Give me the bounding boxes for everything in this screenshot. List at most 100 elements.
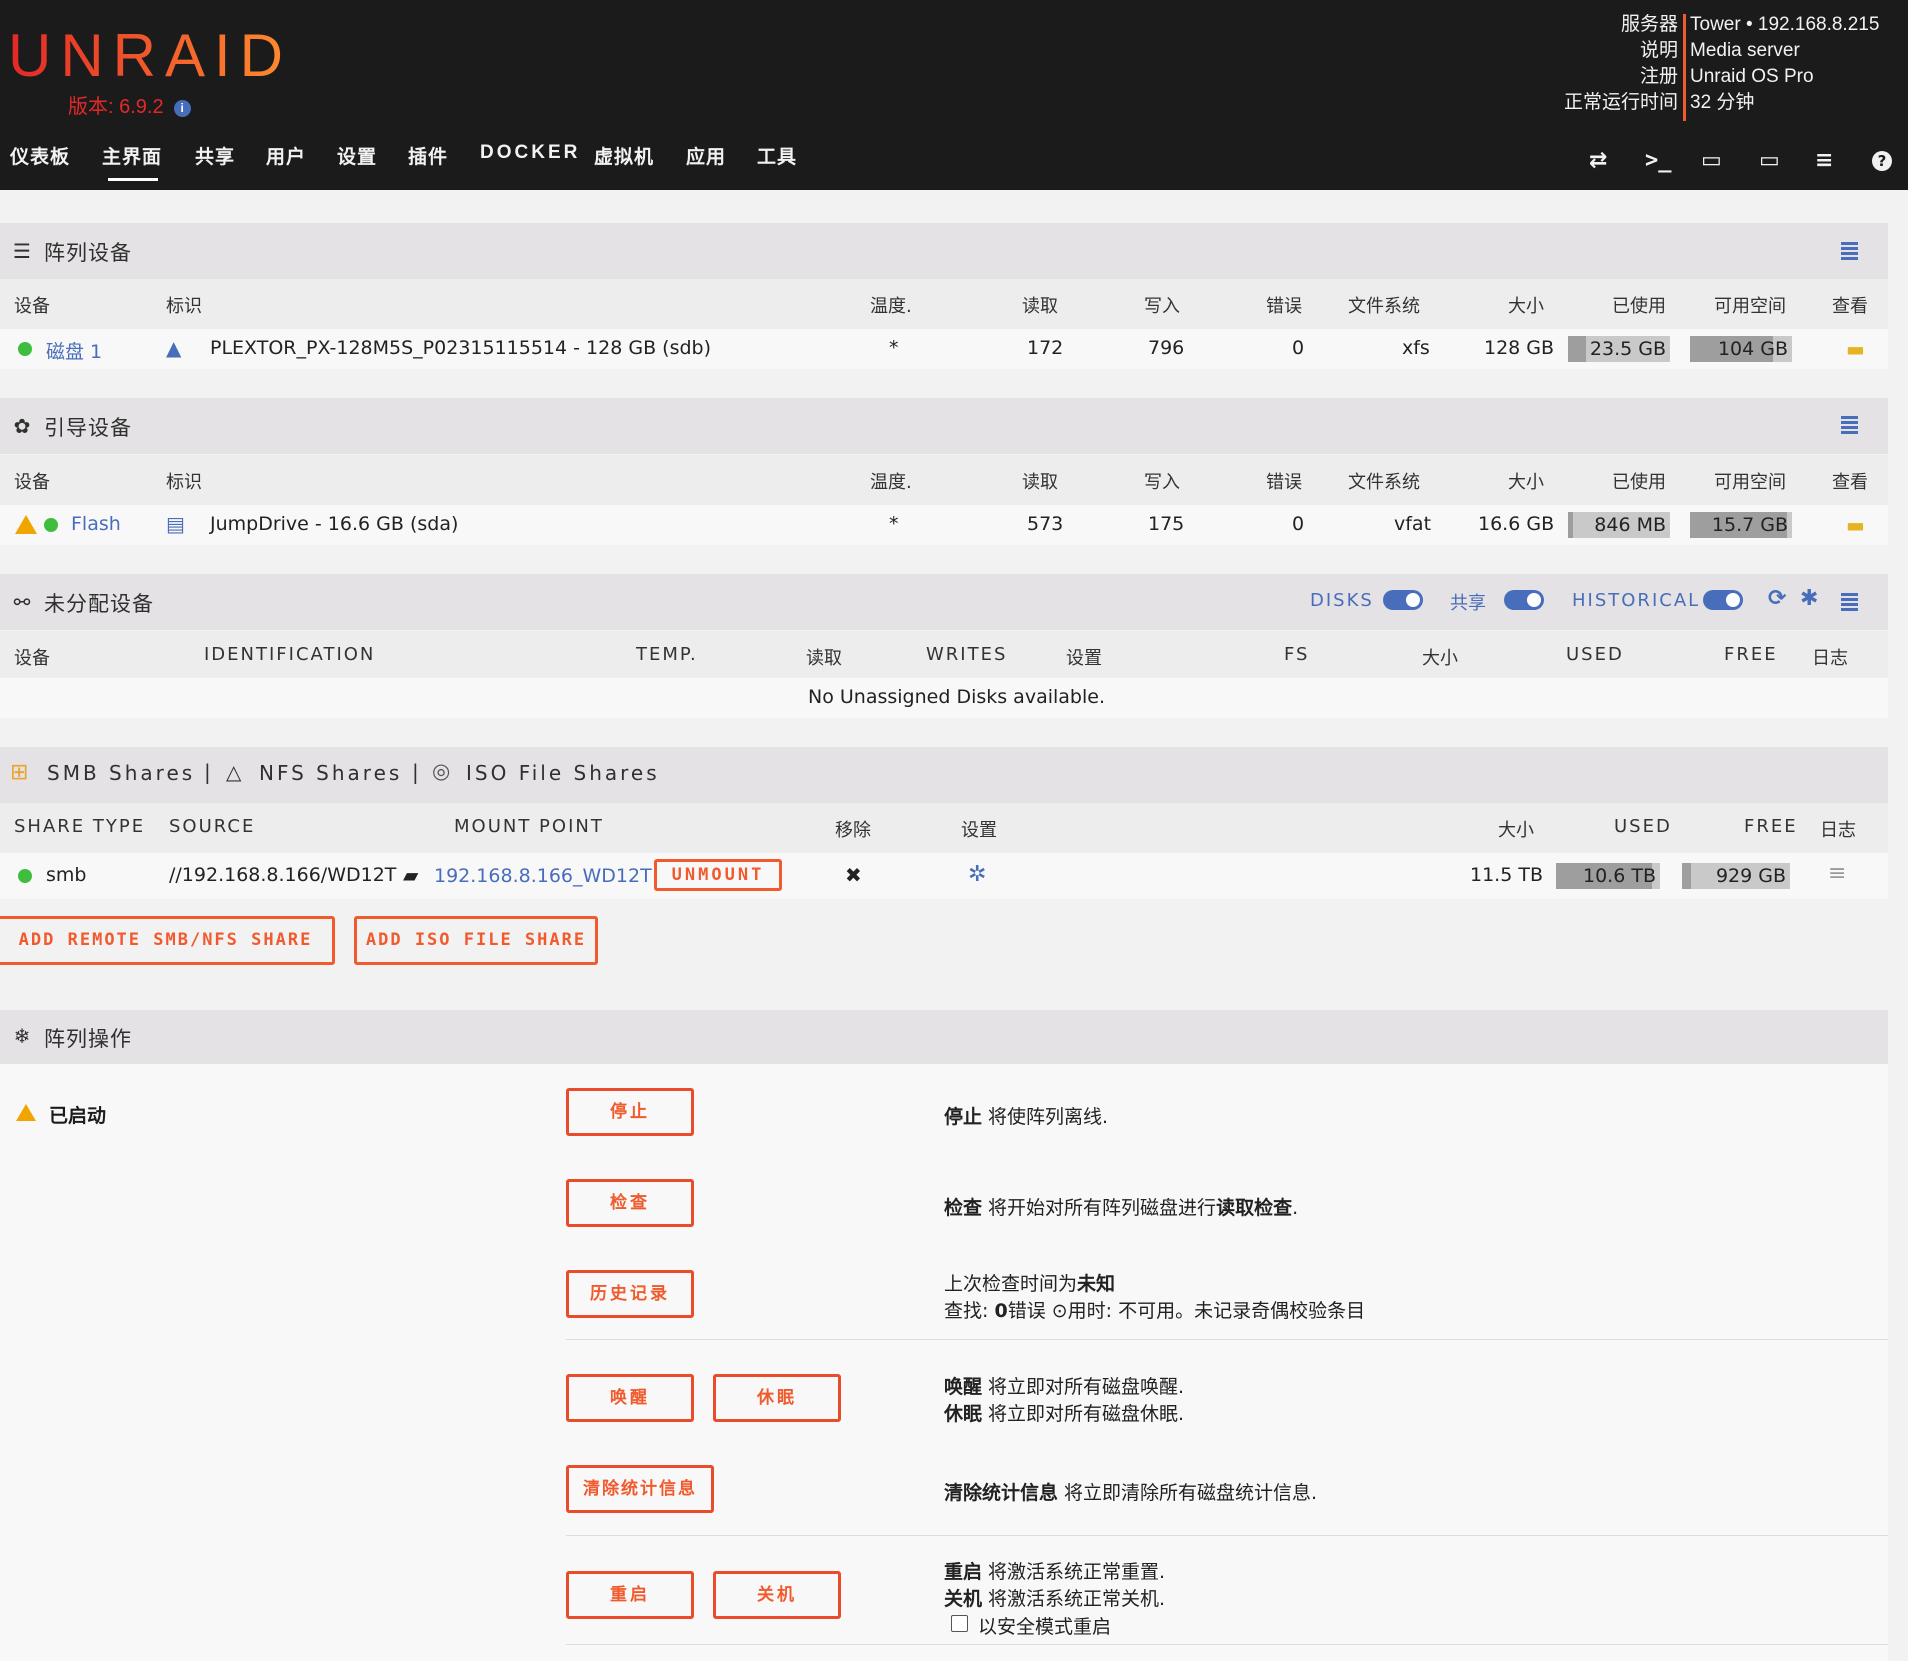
shutdown-button[interactable]: 关机 — [713, 1571, 841, 1619]
unassigned-empty-row: No Unassigned Disks available. — [0, 678, 1888, 718]
mount-point-link[interactable]: 192.168.8.166_WD12T — [434, 865, 652, 887]
clock-icon: ⊙ — [1051, 1300, 1068, 1322]
add-iso-share-button[interactable]: ADD ISO FILE SHARE — [354, 916, 598, 965]
nav-settings[interactable]: 设置 — [337, 142, 377, 169]
log-lines-icon[interactable]: ≡ — [1828, 861, 1846, 886]
registration-value[interactable]: Unraid OS Pro — [1690, 64, 1814, 90]
col-used: USED — [1614, 816, 1672, 837]
flash-free-bar: 15.7 GB — [1690, 512, 1792, 538]
flash-writes: 175 — [1148, 513, 1185, 535]
version-label[interactable]: 版本: 6.9.2 i — [68, 90, 191, 119]
remove-icon[interactable]: ✖ — [845, 863, 862, 887]
add-remote-share-button[interactable]: ADD REMOTE SMB/NFS SHARE — [0, 916, 335, 965]
nav-shares[interactable]: 共享 — [195, 142, 235, 169]
list-view-icon[interactable] — [1836, 242, 1858, 260]
usb-icon: ▤ — [166, 512, 185, 536]
disk-link[interactable]: 磁盘 1 — [46, 337, 102, 364]
stop-button[interactable]: 停止 — [566, 1088, 694, 1136]
monitor-icon[interactable]: ▭ — [1759, 150, 1780, 172]
flash-identification: JumpDrive - 16.6 GB (sda) — [210, 513, 459, 535]
no-disks-message: No Unassigned Disks available. — [808, 686, 1105, 708]
col-size: 大小 — [1508, 296, 1544, 317]
flash-link[interactable]: Flash — [71, 513, 121, 535]
disks-toggle[interactable] — [1383, 590, 1423, 610]
col-writes: WRITES — [926, 644, 1008, 665]
gear-icon[interactable]: ✱ — [1800, 586, 1818, 611]
history-button[interactable]: 历史记录 — [566, 1270, 694, 1318]
spin-down-button[interactable]: 休眠 — [713, 1374, 841, 1422]
safe-mode-label: 以安全模式重启 — [978, 1616, 1112, 1638]
reboot-description: 重启 将激活系统正常重置. — [944, 1561, 1166, 1583]
historical-toggle[interactable] — [1703, 590, 1743, 610]
nav-main[interactable]: 主界面 — [102, 142, 162, 181]
nfs-shares-tab[interactable]: NFS Shares — [259, 761, 402, 785]
spin-up-button[interactable]: 唤醒 — [566, 1374, 694, 1422]
registration-label: 注册 — [1639, 66, 1678, 87]
shares-table-header: SHARE TYPE SOURCE MOUNT POINT 移除 设置 大小 U… — [0, 803, 1888, 853]
settings-gears-icon[interactable]: ✲ — [968, 862, 986, 887]
disk-filesystem: xfs — [1402, 337, 1430, 359]
feedback-icon[interactable]: ▭ — [1701, 150, 1722, 172]
flash-row: Flash ▤ JumpDrive - 16.6 GB (sda) * 573 … — [0, 505, 1888, 545]
disk-writes: 796 — [1148, 337, 1185, 359]
list-view-icon[interactable] — [1836, 593, 1858, 611]
folder-icon[interactable]: ▬ — [1846, 337, 1865, 361]
share-row: smb //192.168.8.166/WD12T ▰ 192.168.8.16… — [0, 853, 1888, 899]
col-size: 大小 — [1422, 648, 1458, 669]
col-reads: 读取 — [1022, 472, 1058, 493]
col-identification: 标识 — [166, 296, 202, 317]
tab-separator: | — [412, 760, 419, 784]
array-disk-row: 磁盘 1 ▲ PLEXTOR_PX-128M5S_P02315115514 - … — [0, 329, 1888, 369]
info-divider — [1683, 14, 1686, 121]
flash-used-value: 846 MB — [1594, 514, 1666, 536]
status-dot — [18, 342, 32, 356]
flash-temp: * — [889, 513, 899, 535]
flash-filesystem: vfat — [1394, 513, 1432, 535]
disc-icon: ◎ — [432, 759, 451, 783]
share-source: //192.168.8.166/WD12T — [169, 864, 397, 886]
unraid-logo[interactable]: UNRAID — [8, 24, 292, 88]
nav-vms[interactable]: 虚拟机 — [594, 142, 654, 169]
reboot-button[interactable]: 重启 — [566, 1571, 694, 1619]
unmount-button[interactable]: UNMOUNT — [654, 859, 782, 891]
check-button[interactable]: 检查 — [566, 1179, 694, 1227]
array-operation-title: 阵列操作 — [44, 1027, 132, 1051]
col-writes: 写入 — [1144, 296, 1180, 317]
list-view-icon[interactable] — [1836, 416, 1858, 434]
nav-apps[interactable]: 应用 — [686, 142, 726, 169]
disk-reads: 172 — [1027, 337, 1064, 359]
info-icon[interactable]: i — [173, 100, 191, 117]
safe-mode-checkbox[interactable] — [951, 1615, 968, 1632]
array-operation-panel: 已启动 停止 停止 将使阵列离线. 检查 检查 将开始对所有阵列磁盘进行读取检查… — [0, 1064, 1888, 1661]
col-log: 日志 — [1820, 820, 1856, 841]
boot-table-header: 设备 标识 温度. 读取 写入 错误 文件系统 大小 已使用 可用空间 查看 — [0, 455, 1888, 505]
col-reads: 读取 — [806, 648, 842, 669]
flash-free-value: 15.7 GB — [1711, 514, 1788, 536]
linux-icon: △ — [226, 760, 242, 784]
smb-shares-tab[interactable]: SMB Shares — [47, 761, 195, 785]
clear-stats-button[interactable]: 清除统计信息 — [566, 1465, 714, 1513]
nav-dashboard[interactable]: 仪表板 — [10, 142, 70, 169]
log-icon[interactable]: ≡ — [1815, 150, 1833, 172]
col-free: FREE — [1744, 816, 1798, 837]
status-dot — [18, 869, 32, 883]
switch-language-icon[interactable]: ⇄ — [1589, 150, 1607, 172]
nav-tools[interactable]: 工具 — [757, 142, 797, 169]
shares-toggle[interactable] — [1504, 590, 1544, 610]
refresh-icon[interactable]: ⟳ — [1768, 586, 1786, 611]
col-remove: 移除 — [835, 820, 871, 841]
nav-users[interactable]: 用户 — [266, 142, 306, 169]
col-device: 设备 — [14, 472, 50, 493]
check-description: 检查 将开始对所有阵列磁盘进行读取检查. — [944, 1197, 1299, 1219]
iso-shares-tab[interactable]: ISO File Shares — [466, 761, 660, 785]
last-check-description: 上次检查时间为未知 — [944, 1273, 1116, 1295]
nav-docker[interactable]: DOCKER — [480, 142, 580, 164]
help-icon[interactable]: ? — [1872, 151, 1892, 171]
nav-plugins[interactable]: 插件 — [408, 142, 448, 169]
col-free: FREE — [1724, 644, 1778, 665]
terminal-icon[interactable]: >_ — [1645, 150, 1672, 172]
folder-icon[interactable]: ▬ — [1846, 513, 1865, 537]
share-free-value: 929 GB — [1715, 865, 1786, 887]
description-label: 说明 — [1639, 40, 1678, 61]
col-device: 设备 — [14, 296, 50, 317]
